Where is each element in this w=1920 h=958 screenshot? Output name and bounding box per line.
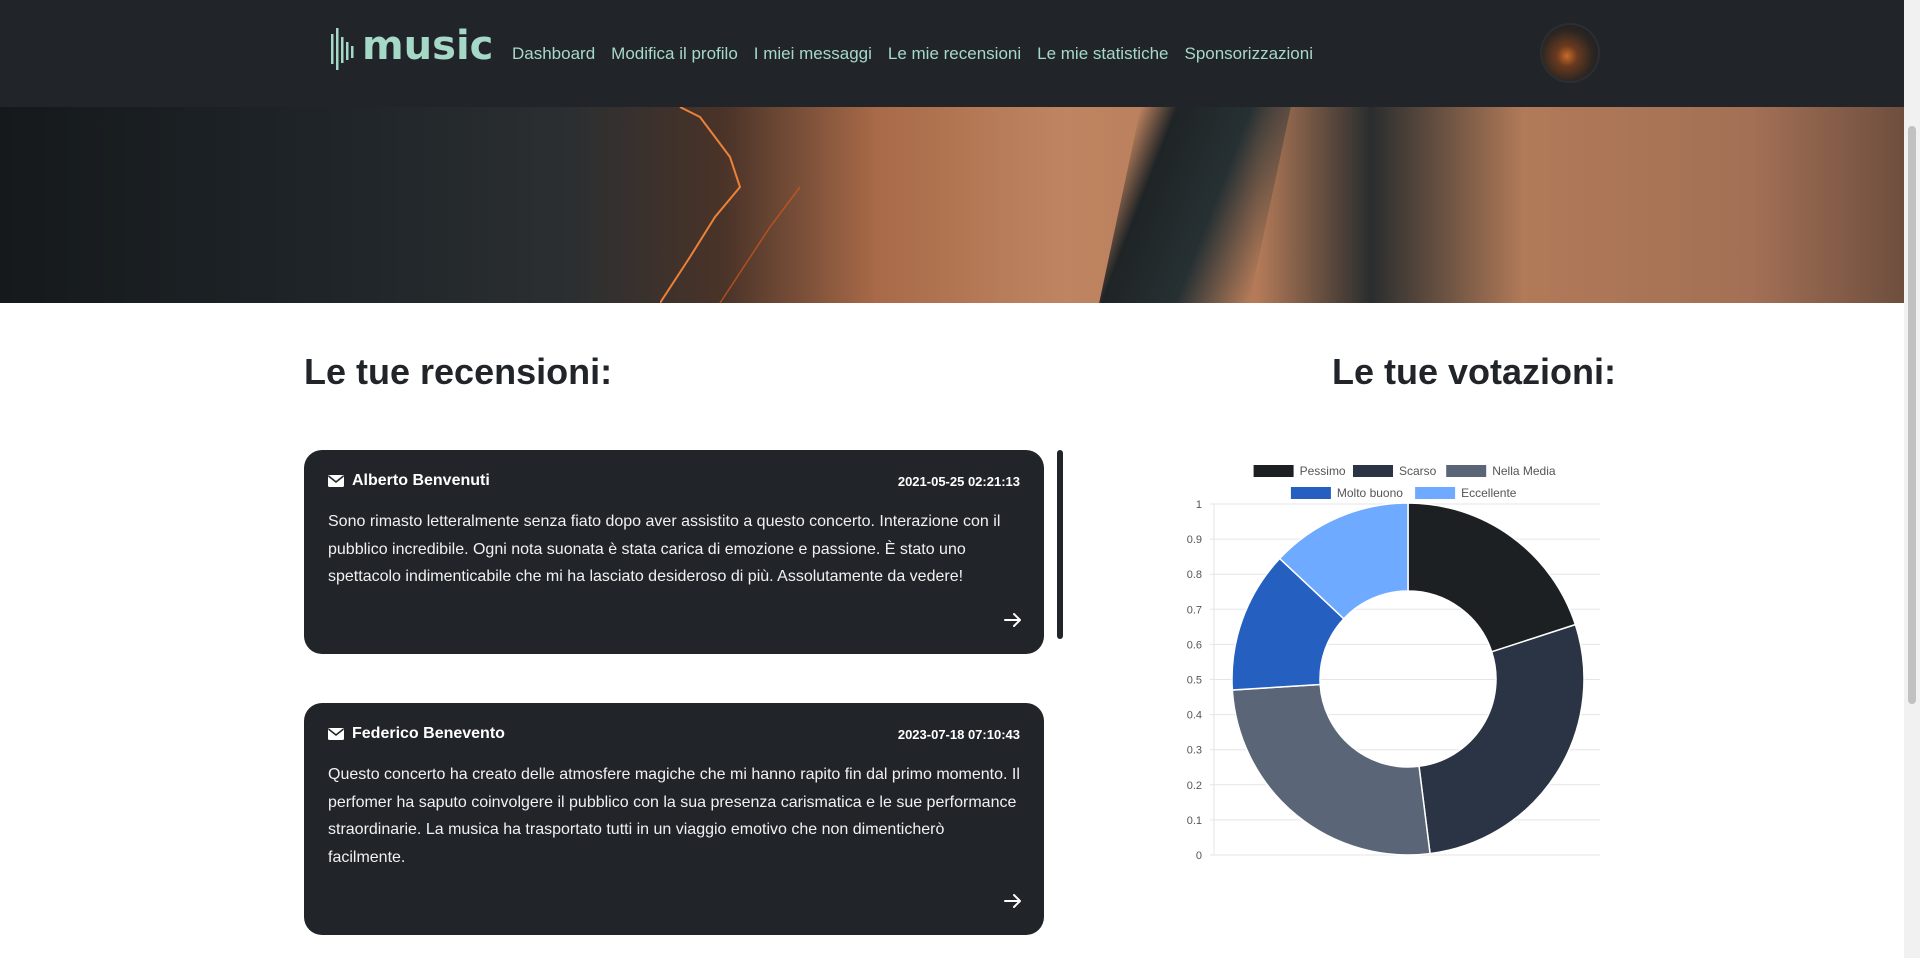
legend-swatch bbox=[1353, 465, 1393, 477]
legend-label: Scarso bbox=[1399, 464, 1437, 478]
legend-swatch bbox=[1415, 487, 1456, 499]
y-tick-label: 0.7 bbox=[1187, 604, 1202, 616]
legend-label: Molto buono bbox=[1337, 486, 1403, 500]
review-header: Alberto Benvenuti 2021-05-25 02:21:13 bbox=[328, 472, 1020, 490]
legend-swatch bbox=[1290, 487, 1331, 499]
arrow-right-icon[interactable] bbox=[1004, 893, 1022, 909]
review-text: Questo concerto ha creato delle atmosfer… bbox=[328, 766, 1020, 866]
y-tick-label: 0.9 bbox=[1187, 534, 1202, 546]
review-date: 2023-07-18 07:10:43 bbox=[897, 726, 1020, 742]
nav-link-sponsorships[interactable]: Sponsorizzazioni bbox=[1184, 44, 1313, 64]
envelope-icon bbox=[328, 728, 344, 740]
logo-text: music bbox=[362, 23, 494, 69]
review-date: 2021-05-25 02:21:13 bbox=[897, 473, 1020, 489]
review-card[interactable]: Alberto Benvenuti 2021-05-25 02:21:13 So… bbox=[304, 450, 1044, 654]
nav-link-reviews[interactable]: Le mie recensioni bbox=[888, 44, 1021, 64]
review-author: Federico Benevento bbox=[328, 725, 505, 743]
envelope-icon bbox=[328, 475, 344, 487]
y-tick-label: 0.4 bbox=[1187, 710, 1202, 722]
review-author: Alberto Benvenuti bbox=[328, 472, 490, 490]
nav-links: Dashboard Modifica il profilo I miei mes… bbox=[512, 44, 1329, 64]
legend-label: Pessimo bbox=[1300, 464, 1346, 478]
reviews-scrollbar-thumb[interactable] bbox=[1057, 450, 1063, 639]
brand-logo[interactable]: music bbox=[330, 23, 494, 70]
hero-banner-image bbox=[0, 107, 1904, 303]
sound-bars-icon bbox=[331, 28, 354, 70]
hero-guitar-strap bbox=[1099, 107, 1291, 303]
doughnut-slice bbox=[1231, 683, 1431, 856]
arrow-right-icon[interactable] bbox=[1004, 612, 1022, 628]
y-tick-label: 0.6 bbox=[1187, 639, 1202, 651]
review-card[interactable]: Federico Benevento 2023-07-18 07:10:43 Q… bbox=[304, 703, 1044, 935]
review-author-name: Alberto Benvenuti bbox=[352, 472, 490, 489]
legend-swatch bbox=[1446, 465, 1487, 477]
doughnut-slice bbox=[1418, 623, 1585, 855]
nav-link-dashboard[interactable]: Dashboard bbox=[512, 44, 595, 64]
y-tick-label: 0.5 bbox=[1187, 675, 1202, 687]
legend-swatch bbox=[1253, 465, 1294, 477]
review-header: Federico Benevento 2023-07-18 07:10:43 bbox=[328, 725, 1020, 743]
nav-link-statistics[interactable]: Le mie statistiche bbox=[1037, 44, 1168, 64]
ratings-doughnut-chart: 1 0.9 0.8 0.7 0.6 0.5 0.4 0.3 0.2 0.1 0 Pessimo Scar… bbox=[1187, 464, 1600, 862]
legend-label: Nella Media bbox=[1492, 464, 1556, 478]
review-text: Sono rimasto letteralmente senza fiato d… bbox=[328, 513, 1001, 585]
y-tick-label: 0.1 bbox=[1187, 815, 1202, 827]
top-navbar: music Dashboard Modifica il profilo I mi… bbox=[0, 0, 1904, 107]
reviews-title: Le tue recensioni: bbox=[304, 351, 613, 392]
review-author-name: Federico Benevento bbox=[352, 725, 505, 742]
user-avatar[interactable] bbox=[1540, 23, 1600, 83]
y-tick-label: 1 bbox=[1196, 499, 1202, 511]
page-scrollbar-thumb[interactable] bbox=[1908, 126, 1916, 704]
nav-link-edit-profile[interactable]: Modifica il profilo bbox=[611, 44, 738, 64]
nav-link-messages[interactable]: I miei messaggi bbox=[754, 44, 872, 64]
y-tick-label: 0 bbox=[1196, 850, 1202, 862]
legend-label: Eccellente bbox=[1461, 486, 1517, 500]
ratings-title: Le tue votazioni: bbox=[1331, 351, 1616, 392]
hero-light-streak bbox=[660, 107, 801, 303]
y-tick-label: 0.8 bbox=[1187, 569, 1202, 581]
y-tick-label: 0.3 bbox=[1187, 745, 1202, 757]
doughnut-slice bbox=[1407, 502, 1577, 653]
y-tick-label: 0.2 bbox=[1187, 780, 1202, 792]
